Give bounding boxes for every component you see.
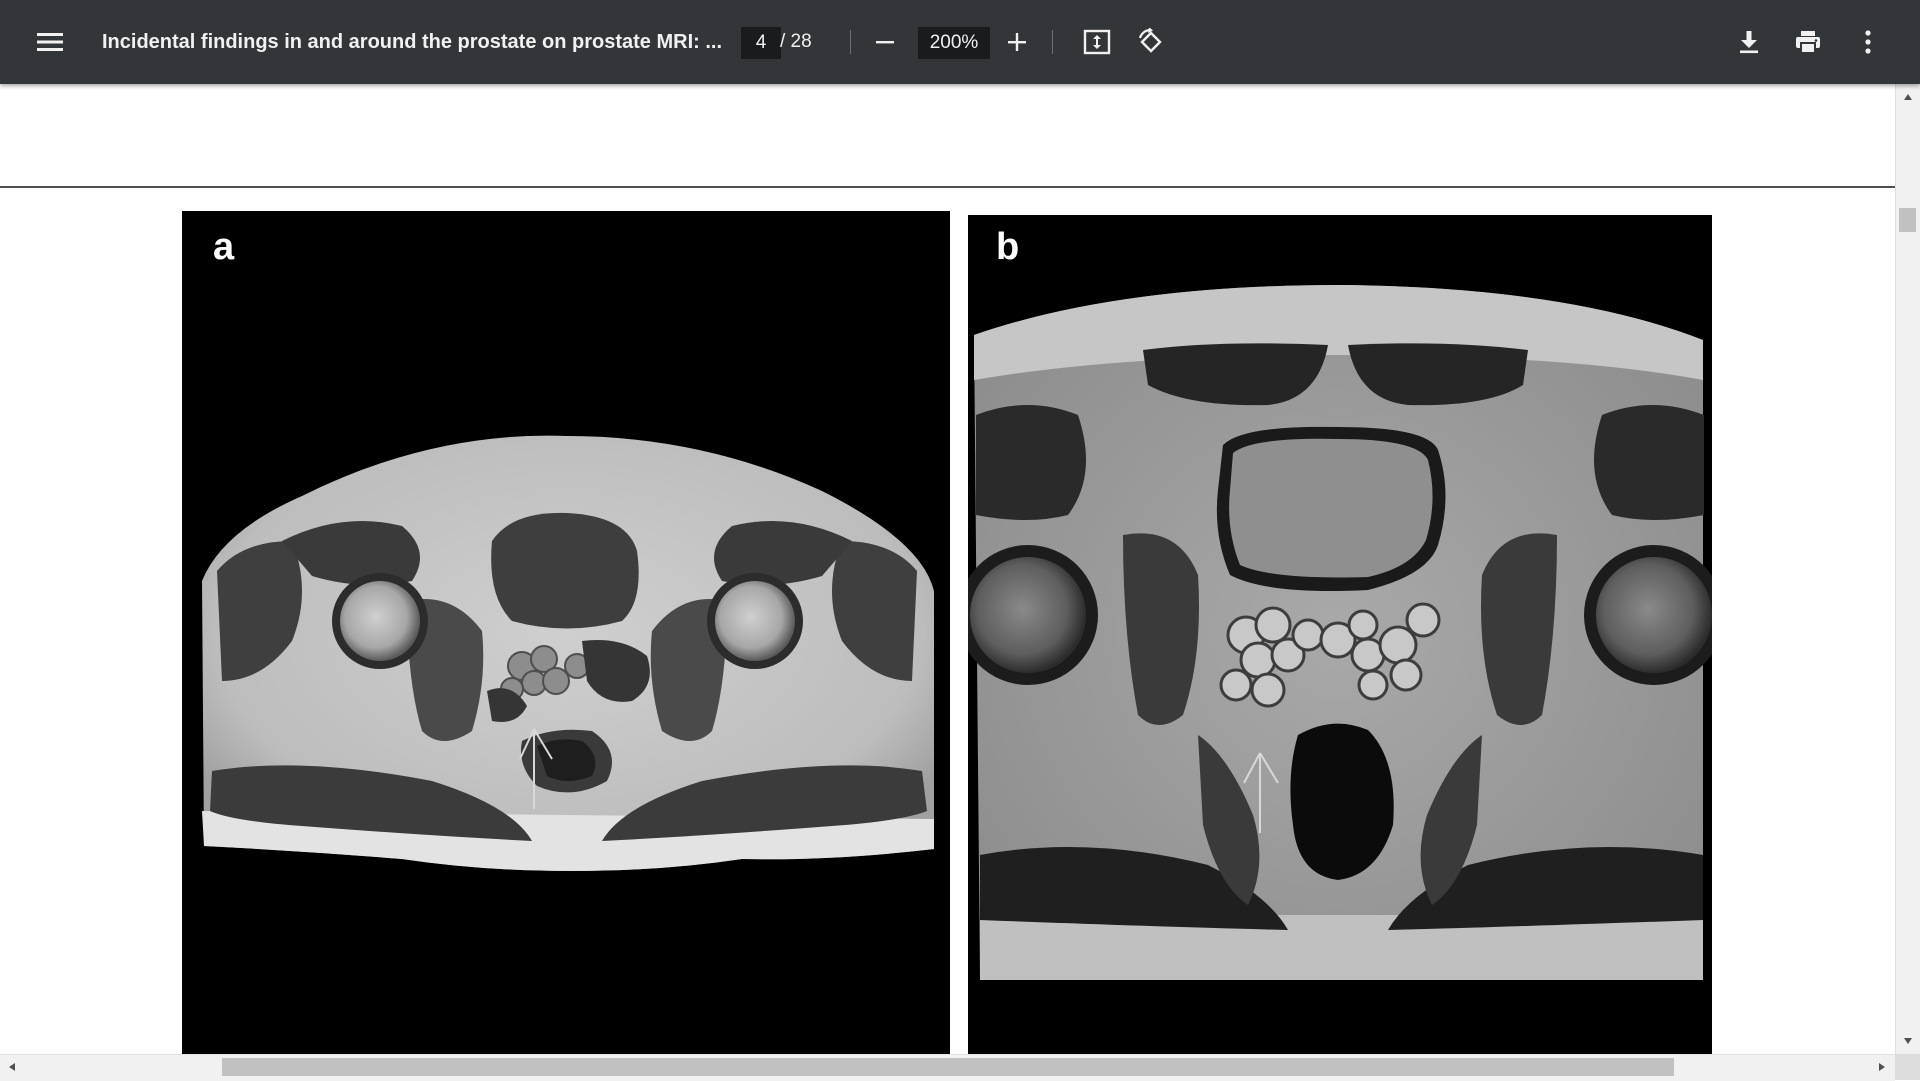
page-boundary [0, 186, 1895, 188]
print-icon[interactable] [1784, 18, 1832, 66]
minus-icon[interactable] [861, 18, 909, 66]
scroll-left-icon[interactable] [2, 1057, 22, 1077]
pdf-toolbar: Incidental findings in and around the pr… [0, 0, 1920, 84]
mri-image-b [968, 285, 1712, 980]
download-icon[interactable] [1725, 18, 1773, 66]
figure-panel-b: b [968, 215, 1712, 1054]
hamburger-menu-icon[interactable] [26, 18, 74, 66]
rotate-icon[interactable] [1127, 18, 1175, 66]
figure-panel-a: a [182, 211, 950, 1054]
panel-label-a: a [213, 226, 235, 268]
zoom-input[interactable] [918, 27, 990, 59]
plus-icon[interactable] [993, 18, 1041, 66]
fit-to-page-icon[interactable] [1073, 18, 1121, 66]
scroll-down-icon[interactable] [1898, 1031, 1918, 1051]
scroll-right-icon[interactable] [1872, 1057, 1892, 1077]
toolbar-divider [1052, 30, 1053, 54]
panel-label-b: b [996, 226, 1020, 268]
toolbar-divider [850, 30, 851, 54]
horizontal-scroll-thumb[interactable] [222, 1058, 1674, 1076]
vertical-scroll-thumb[interactable] [1899, 208, 1916, 232]
mri-image-a [202, 435, 934, 871]
page-number-input[interactable] [741, 27, 781, 59]
scrollbar-corner [1895, 1054, 1920, 1080]
document-title: Incidental findings in and around the pr… [102, 31, 722, 53]
more-vertical-icon[interactable] [1844, 18, 1892, 66]
page-total: / 28 [780, 31, 812, 52]
scroll-up-icon[interactable] [1898, 87, 1918, 107]
document-viewer: a b [0, 84, 1895, 1054]
